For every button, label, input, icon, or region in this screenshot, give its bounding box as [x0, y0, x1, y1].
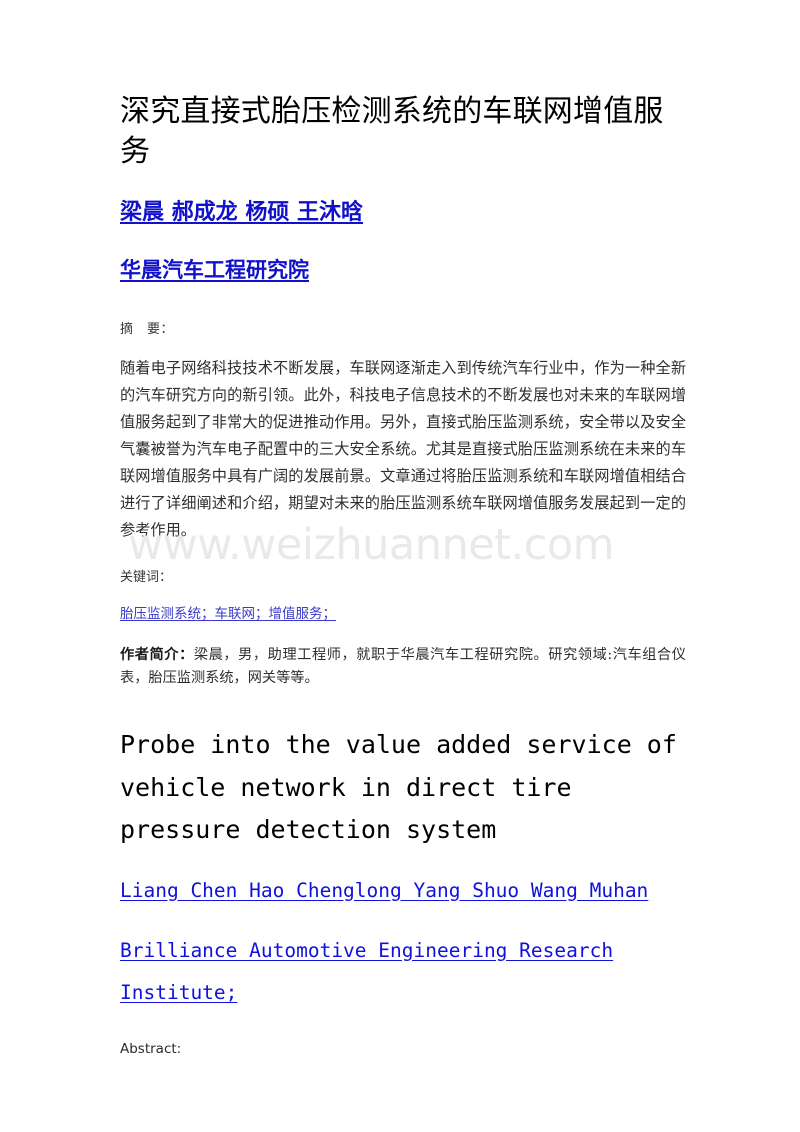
author-bio-chinese: 作者简介：梁晨，男，助理工程师，就职于华晨汽车工程研究院。研究领域:汽车组合仪表…	[120, 622, 686, 690]
keywords-label-chinese: 关键词：	[120, 570, 173, 585]
abstract-label-chinese: 摘 要：	[120, 321, 175, 337]
document-page: www.weizhuannet.com 深究直接式胎压检测系统的车联网增值服务 …	[0, 0, 800, 1132]
institute-chinese-link[interactable]: 华晨汽车工程研究院	[120, 226, 686, 283]
page-title-chinese: 深究直接式胎压检测系统的车联网增值服务	[120, 94, 664, 169]
page-title-english: Probe into the value added service of ve…	[120, 730, 677, 844]
abstract-label-english: Abstract:	[120, 1040, 182, 1057]
institute-english-link[interactable]: Brilliance Automotive Engineering Resear…	[120, 904, 665, 1015]
author-bio-text: 梁晨，男，助理工程师，就职于华晨汽车工程研究院。研究领域:汽车组合仪表，胎压监测…	[120, 647, 686, 686]
keywords-chinese-link[interactable]: 胎压监测系统；车联网；增值服务；	[120, 585, 686, 622]
abstract-body-chinese: 随着电子网络科技技术不断发展，车联网逐渐走入到传统汽车行业中，作为一种全新的汽车…	[120, 358, 686, 539]
document-content: 深究直接式胎压检测系统的车联网增值服务 梁晨 郝成龙 杨硕 王沐晗 华晨汽车工程…	[120, 0, 686, 1057]
author-bio-label: 作者简介：	[120, 647, 194, 663]
authors-chinese-link[interactable]: 梁晨 郝成龙 杨硕 王沐晗	[120, 172, 686, 227]
authors-english-link[interactable]: Liang Chen Hao Chenglong Yang Shuo Wang …	[120, 852, 686, 904]
